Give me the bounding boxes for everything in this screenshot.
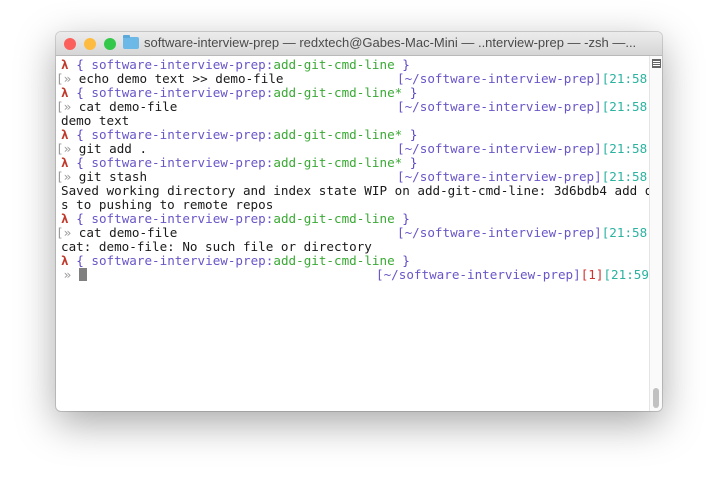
close-button[interactable]	[64, 38, 76, 50]
command-line: [» echo demo text >> demo-file [~/softwar…	[56, 71, 655, 86]
command-text: cat demo-file	[78, 225, 178, 240]
timestamp: [21:58]	[601, 141, 655, 156]
prompt-line: λ { software-interview-prep:add-git-cmd-…	[61, 254, 410, 268]
menu-icon[interactable]	[652, 59, 661, 68]
repo-name: software-interview-prep	[91, 155, 266, 170]
output-text: demo text	[61, 113, 130, 128]
folder-icon	[123, 35, 139, 49]
cwd: [~/software-interview-prep]	[397, 225, 602, 240]
timestamp: [21:58]	[601, 99, 655, 114]
brace: {	[76, 155, 84, 170]
lambda-icon: λ	[61, 211, 69, 226]
lambda-icon: λ	[61, 127, 69, 142]
command-line: [» cat demo-file [~/software-interview-pr…	[56, 225, 655, 240]
timestamp: [21:58]	[601, 169, 655, 184]
bracket: [	[56, 169, 64, 184]
right-prompt: [~/software-interview-prep][1][21:59]	[376, 268, 657, 282]
brace: }	[409, 127, 418, 142]
terminal-window: software-interview-prep — redxtech@Gabes…	[56, 32, 662, 411]
command-text: cat demo-file	[78, 99, 178, 114]
brace: }	[409, 85, 418, 100]
arrow-icon: »	[63, 169, 72, 184]
prompt-line: λ { software-interview-prep:add-git-cmd-…	[61, 128, 417, 142]
output-text: cat: demo-file: No such file or director…	[61, 239, 372, 254]
branch-name: add-git-cmd-line	[273, 57, 395, 72]
lambda-icon: λ	[61, 85, 69, 100]
branch-name: add-git-cmd-line	[273, 253, 395, 268]
output-text: Saved working directory and index state …	[61, 183, 662, 198]
repo-name: software-interview-prep	[91, 127, 266, 142]
output-text: s to pushing to remote repos	[61, 197, 274, 212]
cwd: [~/software-interview-prep]	[397, 99, 602, 114]
brace: }	[402, 57, 410, 72]
branch-name: add-git-cmd-line*	[273, 127, 403, 142]
bracket: [	[56, 71, 64, 86]
cwd: [~/software-interview-prep]	[397, 169, 602, 184]
title-bar: software-interview-prep — redxtech@Gabes…	[56, 32, 662, 56]
minimize-button[interactable]	[84, 38, 96, 50]
brace: {	[76, 253, 84, 268]
brace: {	[76, 57, 84, 72]
cwd: [~/software-interview-prep]	[397, 141, 602, 156]
branch-name: add-git-cmd-line*	[273, 155, 403, 170]
brace: {	[76, 85, 84, 100]
cwd: [~/software-interview-prep]	[397, 71, 602, 86]
arrow-icon: »	[63, 99, 72, 114]
prompt-line: λ { software-interview-prep:add-git-cmd-…	[61, 58, 410, 72]
right-prompt: [~/software-interview-prep][21:58] ]	[397, 170, 662, 184]
zoom-button[interactable]	[104, 38, 116, 50]
timestamp: [21:58]	[601, 225, 655, 240]
command-text: git stash	[78, 169, 148, 184]
output-line: s to pushing to remote repos	[61, 198, 273, 212]
arrow-icon: »	[63, 141, 72, 156]
command-text: echo demo text >> demo-file	[78, 71, 284, 86]
scrollbar[interactable]	[649, 56, 662, 411]
brace: }	[409, 155, 418, 170]
branch-name: add-git-cmd-line*	[273, 85, 403, 100]
brace: {	[76, 127, 84, 142]
lambda-icon: λ	[61, 155, 69, 170]
lambda-icon: λ	[61, 57, 69, 72]
output-line: demo text	[61, 114, 129, 128]
right-prompt: [~/software-interview-prep][21:58] ]	[397, 100, 662, 114]
prompt-line: λ { software-interview-prep:add-git-cmd-…	[61, 86, 417, 100]
bracket: [	[56, 225, 64, 240]
cwd: [~/software-interview-prep]	[376, 267, 581, 282]
right-prompt: [~/software-interview-prep][21:58] ]	[397, 142, 662, 156]
right-prompt: [~/software-interview-prep][21:58] ]	[397, 72, 662, 86]
output-line: Saved working directory and index state …	[61, 184, 662, 198]
command-line: [» git stash [~/software-interview-prep][…	[56, 169, 655, 184]
window-title: software-interview-prep — redxtech@Gabes…	[144, 35, 637, 50]
command-text: git add .	[78, 141, 148, 156]
brace: }	[402, 211, 410, 226]
repo-name: software-interview-prep	[91, 85, 266, 100]
arrow-icon: »	[63, 267, 72, 282]
command-line: [» cat demo-file [~/software-interview-pr…	[56, 99, 655, 114]
branch-name: add-git-cmd-line	[273, 211, 395, 226]
scrollbar-thumb[interactable]	[653, 388, 659, 408]
arrow-icon: »	[63, 225, 72, 240]
right-prompt: [~/software-interview-prep][21:58] ]	[397, 226, 662, 240]
timestamp: [21:58]	[601, 71, 655, 86]
lambda-icon: λ	[61, 253, 69, 268]
command-line: [» git add . [~/software-interview-prep][…	[56, 141, 655, 156]
terminal-output[interactable]: λ { software-interview-prep:add-git-cmd-…	[56, 56, 662, 411]
repo-name: software-interview-prep	[91, 253, 266, 268]
repo-name: software-interview-prep	[91, 211, 266, 226]
cursor	[78, 268, 87, 281]
bracket: [	[56, 99, 64, 114]
bracket: [	[56, 141, 64, 156]
brace: {	[76, 211, 84, 226]
repo-name: software-interview-prep	[91, 57, 266, 72]
output-line: cat: demo-file: No such file or director…	[61, 240, 372, 254]
brace: }	[402, 253, 410, 268]
command-line: » [~/software-interview-prep][1][21:59]	[56, 267, 657, 282]
prompt-line: λ { software-interview-prep:add-git-cmd-…	[61, 156, 417, 170]
arrow-icon: »	[63, 71, 72, 86]
exit-code: [1]	[580, 267, 604, 282]
prompt-line: λ { software-interview-prep:add-git-cmd-…	[61, 212, 410, 226]
